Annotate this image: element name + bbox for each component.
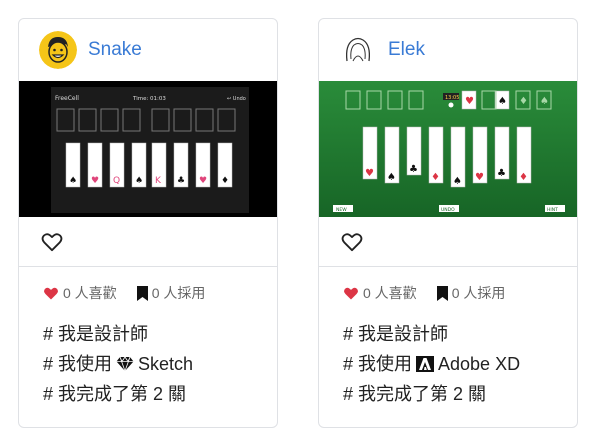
svg-text:♥: ♥: [91, 176, 99, 186]
likes-stat: 0 人喜歡: [43, 283, 117, 303]
author-name-link[interactable]: Elek: [388, 39, 425, 61]
svg-text:♦: ♦: [431, 172, 440, 183]
svg-text:♠: ♠: [540, 96, 549, 107]
adopts-stat: 0 人採用: [136, 283, 206, 303]
svg-text:♥: ♥: [365, 168, 374, 179]
game-new-button[interactable]: NEW: [336, 207, 347, 213]
tag-text: # 我完成了第 2 關: [43, 384, 187, 404]
like-heart-outline-button[interactable]: [41, 229, 67, 255]
heart-filled-icon: [44, 287, 58, 299]
svg-text:♠: ♠: [135, 176, 143, 186]
stats-row: 0 人喜歡 0 人採用: [319, 267, 577, 319]
bookmark-icon: [136, 285, 148, 301]
action-row: [19, 217, 277, 267]
game-screenshot[interactable]: FreeCell Time: 01:03 ↩ Undo ♠ ♥ Q ♠ K ♣ …: [19, 81, 277, 217]
game-title: FreeCell: [55, 95, 79, 102]
likes-count: 0 人喜歡: [63, 285, 117, 301]
game-score: 13:05: [445, 95, 459, 101]
bookmark-icon: [436, 285, 448, 301]
heart-outline-icon: [341, 232, 363, 251]
design-card: Elek 13:05 ♥ ♠ ♦ ♠ ♥ ♠ ♣ ♦ ♠ ♥ ♣ ♦ NEW U…: [318, 18, 578, 428]
adobe-xd-icon: [416, 356, 435, 372]
avatar[interactable]: [39, 31, 77, 69]
tag-text: # 我使用: [43, 354, 113, 374]
svg-text:♦: ♦: [519, 172, 528, 183]
adopts-stat: 0 人採用: [436, 283, 506, 303]
sketch-diamond-icon: [116, 356, 134, 372]
svg-text:♥: ♥: [465, 96, 474, 107]
hashtag-list: # 我是設計師 # 我使用 Sketch # 我完成了第 2 關: [19, 319, 277, 409]
tag-text: # 我是設計師: [343, 324, 449, 344]
likes-stat: 0 人喜歡: [343, 283, 417, 303]
like-heart-outline-button[interactable]: [341, 229, 367, 255]
game-hint-button[interactable]: HINT: [547, 207, 558, 213]
tag-line: # 我使用 Adobe XD: [343, 349, 577, 379]
tag-line: # 我完成了第 2 關: [343, 379, 577, 409]
card-header: Elek: [319, 19, 577, 81]
svg-text:♦: ♦: [221, 176, 229, 186]
svg-text:♦: ♦: [519, 96, 528, 107]
tool-name: Adobe XD: [438, 354, 521, 374]
game-screenshot[interactable]: 13:05 ♥ ♠ ♦ ♠ ♥ ♠ ♣ ♦ ♠ ♥ ♣ ♦ NEW UNDO H…: [319, 81, 577, 217]
avatar[interactable]: [339, 31, 377, 69]
heart-filled-icon: [344, 287, 358, 299]
svg-text:♠: ♠: [387, 172, 396, 183]
heart-outline-icon: [41, 232, 63, 251]
game-undo-button[interactable]: UNDO: [441, 207, 455, 213]
game-time: Time: 01:03: [132, 96, 166, 102]
author-name-link[interactable]: Snake: [88, 39, 142, 61]
svg-text:♠: ♠: [69, 176, 77, 186]
tag-line: # 我是設計師: [343, 319, 577, 349]
likes-count: 0 人喜歡: [363, 285, 417, 301]
action-row: [319, 217, 577, 267]
line-sketch-avatar-icon: [339, 31, 377, 69]
tag-line: # 我完成了第 2 關: [43, 379, 277, 409]
design-card: Snake FreeCell Time: 01:03 ↩ Undo ♠ ♥ Q …: [18, 18, 278, 428]
tag-text: # 我使用: [343, 354, 413, 374]
svg-text:♣: ♣: [409, 164, 418, 175]
tool-name: Sketch: [138, 354, 194, 374]
tag-line: # 我使用 Sketch: [43, 349, 277, 379]
adopts-count: 0 人採用: [451, 285, 506, 301]
svg-text:♥: ♥: [199, 176, 207, 186]
tag-line: # 我是設計師: [43, 319, 277, 349]
stats-row: 0 人喜歡 0 人採用: [19, 267, 277, 319]
card-header: Snake: [19, 19, 277, 81]
tag-text: # 我是設計師: [43, 324, 149, 344]
adopts-count: 0 人採用: [151, 285, 206, 301]
svg-text:♥: ♥: [475, 172, 484, 183]
svg-text:♠: ♠: [498, 96, 507, 107]
tag-text: # 我完成了第 2 關: [343, 384, 487, 404]
game-undo[interactable]: ↩ Undo: [227, 96, 246, 102]
svg-text:♠: ♠: [453, 176, 462, 187]
svg-text:♣: ♣: [177, 176, 185, 186]
smiling-face-avatar-icon: [39, 31, 77, 69]
svg-text:♣: ♣: [497, 168, 506, 179]
svg-text:Q: Q: [113, 176, 120, 186]
hashtag-list: # 我是設計師 # 我使用 Adobe XD # 我完成了第 2 關: [319, 319, 577, 409]
